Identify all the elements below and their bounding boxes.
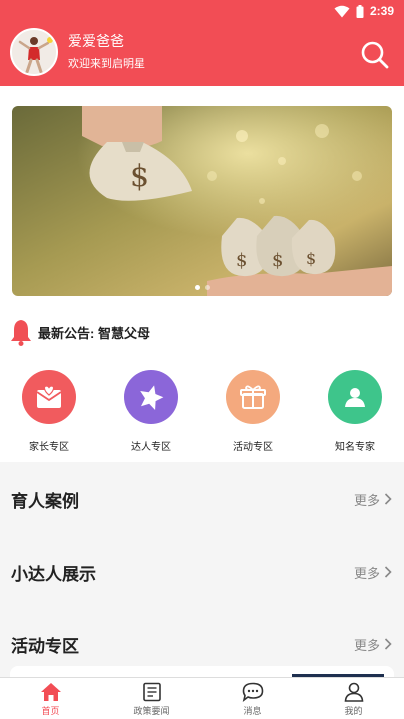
home-icon: [40, 683, 61, 701]
tab-profile[interactable]: 我的: [303, 678, 404, 719]
battery-icon: [356, 4, 364, 18]
status-bar: 2:39: [334, 3, 394, 19]
category-grid: 家长专区 达人专区 活动专区 知名专家: [0, 370, 404, 462]
profile-icon: [344, 682, 363, 702]
star-icon: [140, 385, 164, 410]
envelope-heart-icon: [36, 385, 62, 408]
status-time: 2:39: [369, 4, 394, 18]
section-education-cases: 育人案例 更多: [0, 479, 404, 519]
chevron-right-icon: [384, 493, 392, 505]
category-label: 达人专区: [131, 442, 171, 453]
svg-text:$: $: [130, 159, 149, 194]
category-label: 知名专家: [335, 442, 375, 453]
category-icon-bg: [124, 370, 178, 424]
gift-icon: [240, 385, 266, 409]
category-experts-talent[interactable]: 达人专区: [111, 370, 191, 453]
bell-icon: [11, 320, 31, 346]
tab-home[interactable]: 首页: [0, 678, 101, 719]
tab-policy-news[interactable]: 政策要闻: [101, 678, 202, 719]
section-title: 活动专区: [11, 636, 79, 656]
category-parents[interactable]: 家长专区: [9, 370, 89, 453]
tab-messages[interactable]: 消息: [202, 678, 303, 719]
welcome-text: 欢迎来到启明星: [68, 58, 145, 70]
more-link[interactable]: 更多: [354, 563, 392, 582]
activity-card[interactable]: [10, 666, 394, 677]
svg-text:$: $: [236, 250, 247, 271]
section-title: 育人案例: [11, 491, 79, 511]
category-icon-bg: [22, 370, 76, 424]
chevron-right-icon: [384, 638, 392, 650]
more-label: 更多: [353, 637, 380, 653]
home-content: $ $ $ $ 最新公告: 智慧父母 家长专区 达人专区 活动专区 知名专家 育…: [0, 86, 404, 677]
category-famous-experts[interactable]: 知名专家: [315, 370, 395, 453]
chat-icon: [242, 682, 263, 702]
chevron-right-icon: [384, 566, 392, 578]
username: 爱爱爸爸: [68, 33, 124, 49]
announcement-text: 最新公告: 智慧父母: [38, 325, 150, 341]
more-link[interactable]: 更多: [354, 635, 392, 654]
app-header: 2:39 爱爱爸爸 欢迎来到启明星: [0, 0, 404, 86]
category-icon-bg: [226, 370, 280, 424]
tab-label: 消息: [243, 706, 262, 716]
banner-carousel[interactable]: $ $ $ $: [12, 106, 392, 296]
category-activities[interactable]: 活动专区: [213, 370, 293, 453]
category-icon-bg: [328, 370, 382, 424]
section-talent-showcase: 小达人展示 更多: [0, 552, 404, 592]
money-bags-banner-image: $ $ $ $: [12, 106, 392, 296]
search-button[interactable]: [360, 40, 390, 70]
user-card-icon: [345, 388, 365, 407]
carousel-indicator: [12, 285, 392, 290]
wifi-icon: [334, 5, 350, 17]
more-link[interactable]: 更多: [354, 490, 392, 509]
athlete-avatar-icon: [12, 30, 56, 74]
tab-label: 首页: [41, 706, 60, 716]
svg-text:$: $: [306, 249, 316, 268]
category-label: 活动专区: [233, 442, 273, 453]
category-label: 家长专区: [29, 442, 69, 453]
announcement-bar[interactable]: 最新公告: 智慧父母: [10, 316, 150, 348]
news-icon: [142, 682, 161, 702]
more-label: 更多: [353, 565, 380, 581]
more-label: 更多: [353, 492, 380, 508]
section-activities: 活动专区 更多: [0, 624, 404, 664]
svg-text:$: $: [272, 250, 283, 271]
carousel-dot[interactable]: [194, 285, 200, 290]
tab-label: 政策要闻: [133, 706, 170, 716]
search-icon: [361, 41, 389, 69]
avatar[interactable]: [10, 28, 58, 76]
carousel-dot[interactable]: [204, 285, 210, 290]
section-title: 小达人展示: [11, 564, 96, 584]
tab-label: 我的: [344, 706, 363, 716]
bottom-tab-bar: 首页 政策要闻 消息 我的: [0, 677, 404, 719]
